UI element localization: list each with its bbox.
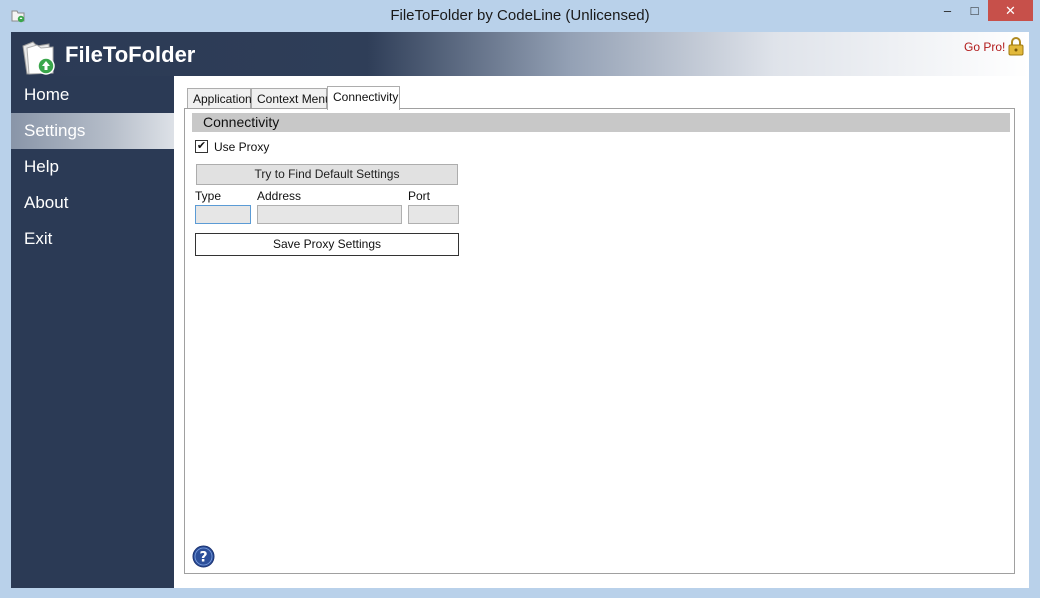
proxy-address-input[interactable] <box>257 205 402 224</box>
tab-context-menu[interactable]: Context Menu <box>251 88 332 109</box>
sidebar-nav: Home Settings Help About Exit <box>11 76 174 588</box>
section-title: Connectivity <box>192 113 1010 132</box>
find-default-settings-button[interactable]: Try to Find Default Settings <box>196 164 458 185</box>
sidebar-item-about[interactable]: About <box>11 185 174 221</box>
svg-text:?: ? <box>199 550 207 566</box>
tab-connectivity[interactable]: Connectivity <box>327 86 400 110</box>
sidebar-item-home[interactable]: Home <box>11 77 174 113</box>
type-label: Type <box>195 189 222 203</box>
address-label: Address <box>257 189 302 203</box>
proxy-port-input[interactable] <box>408 205 459 224</box>
app-header: FileToFolder Go Pro! <box>11 32 1029 76</box>
port-label: Port <box>408 189 431 203</box>
folder-refresh-icon <box>22 41 55 75</box>
question-circle-icon[interactable]: ? <box>192 545 215 568</box>
brand-name: FileToFolder <box>65 42 196 67</box>
window-title: FileToFolder by CodeLine (Unlicensed) <box>390 7 650 24</box>
app-window: FileToFolder by CodeLine (Unlicensed) – … <box>0 0 1040 598</box>
settings-content: Application Context Menu Connectivity Co… <box>174 76 1029 588</box>
tab-application[interactable]: Application <box>187 88 252 109</box>
use-proxy-checkbox[interactable]: ✔ <box>195 140 208 153</box>
sidebar-item-exit[interactable]: Exit <box>11 221 174 257</box>
go-pro-link[interactable]: Go Pro! <box>964 40 1005 54</box>
lock-icon[interactable] <box>1007 36 1025 56</box>
minimize-button[interactable]: – <box>934 0 961 21</box>
proxy-type-input[interactable] <box>195 205 251 224</box>
use-proxy-label[interactable]: Use Proxy <box>214 140 269 154</box>
title-bar[interactable]: FileToFolder by CodeLine (Unlicensed) – … <box>0 0 1040 32</box>
sidebar-item-help[interactable]: Help <box>11 149 174 185</box>
save-proxy-settings-button[interactable]: Save Proxy Settings <box>195 233 459 256</box>
close-button[interactable]: ✕ <box>988 0 1033 21</box>
maximize-button[interactable]: □ <box>961 0 988 21</box>
sidebar-item-settings[interactable]: Settings <box>11 113 174 149</box>
